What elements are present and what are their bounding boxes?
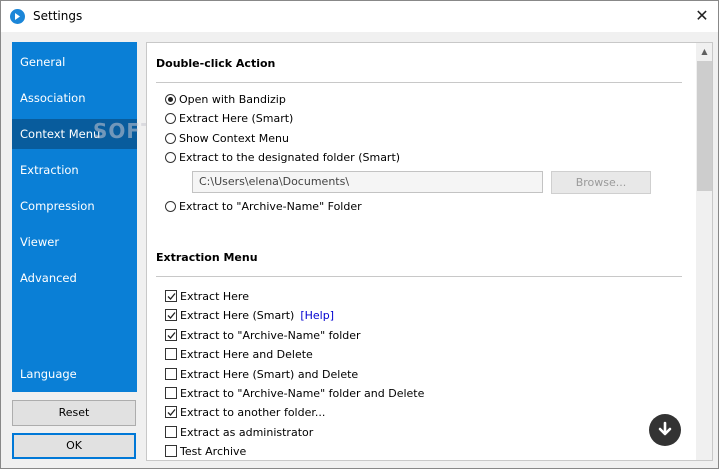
checkbox-checked-icon[interactable] bbox=[165, 290, 177, 302]
sidebar-item-language[interactable]: Language bbox=[12, 359, 137, 389]
reset-button[interactable]: Reset bbox=[12, 400, 136, 426]
sidebar-item-advanced[interactable]: Advanced bbox=[12, 263, 137, 293]
sidebar-item-compression[interactable]: Compression bbox=[12, 191, 137, 221]
section-divider bbox=[156, 276, 682, 277]
folder-path-input[interactable]: C:\Users\elena\Documents\ bbox=[192, 171, 543, 193]
radio-icon[interactable] bbox=[165, 113, 176, 124]
checkbox-checked-icon[interactable] bbox=[165, 406, 177, 418]
sidebar-item-general[interactable]: General bbox=[12, 47, 137, 77]
checkbox-extract-here-smart-delete[interactable]: Extract Here (Smart) and Delete bbox=[165, 367, 358, 383]
radio-selected-icon[interactable] bbox=[165, 94, 176, 105]
arrow-down-icon[interactable] bbox=[649, 414, 681, 446]
scroll-thumb[interactable] bbox=[697, 61, 712, 191]
ok-button[interactable]: OK bbox=[12, 433, 136, 459]
settings-window: Settings ✕ General Association Context M… bbox=[0, 0, 719, 469]
checkbox-extract-archive-folder-delete[interactable]: Extract to "Archive-Name" folder and Del… bbox=[165, 386, 424, 402]
checkbox-icon[interactable] bbox=[165, 368, 177, 380]
sidebar-item-context-menu[interactable]: Context Menu bbox=[12, 119, 137, 149]
section-divider bbox=[156, 82, 682, 83]
section-title-extraction-menu: Extraction Menu bbox=[156, 251, 258, 264]
section-title-double-click: Double-click Action bbox=[156, 57, 276, 70]
checkbox-extract-another-folder[interactable]: Extract to another folder... bbox=[165, 405, 325, 421]
sidebar-item-extraction[interactable]: Extraction bbox=[12, 155, 137, 185]
checkbox-icon[interactable] bbox=[165, 387, 177, 399]
close-icon[interactable]: ✕ bbox=[689, 4, 715, 28]
bandizip-logo-icon bbox=[10, 9, 25, 24]
radio-option-designated-folder[interactable]: Extract to the designated folder (Smart) bbox=[165, 150, 400, 166]
radio-icon[interactable] bbox=[165, 152, 176, 163]
checkbox-icon[interactable] bbox=[165, 426, 177, 438]
sidebar: General Association Context Menu Extract… bbox=[12, 42, 137, 392]
radio-option-archive-name-folder[interactable]: Extract to "Archive-Name" Folder bbox=[165, 199, 362, 215]
browse-button[interactable]: Browse... bbox=[551, 171, 651, 194]
checkbox-test-archive[interactable]: Test Archive bbox=[165, 444, 246, 460]
window-title: Settings bbox=[33, 9, 83, 23]
title-bar: Settings ✕ bbox=[1, 1, 718, 32]
checkbox-extract-here-smart[interactable]: Extract Here (Smart) [Help] bbox=[165, 308, 334, 324]
vertical-scrollbar[interactable]: ▲ bbox=[696, 43, 712, 460]
checkbox-extract-here-delete[interactable]: Extract Here and Delete bbox=[165, 347, 313, 363]
radio-icon[interactable] bbox=[165, 201, 176, 212]
radio-option-extract-here-smart[interactable]: Extract Here (Smart) bbox=[165, 111, 293, 127]
checkbox-icon[interactable] bbox=[165, 348, 177, 360]
sidebar-item-association[interactable]: Association bbox=[12, 83, 137, 113]
settings-panel: Double-click Action Open with Bandizip E… bbox=[146, 42, 713, 461]
help-link[interactable]: [Help] bbox=[300, 309, 334, 322]
checkbox-checked-icon[interactable] bbox=[165, 329, 177, 341]
checkbox-extract-here[interactable]: Extract Here bbox=[165, 289, 249, 305]
checkbox-extract-as-admin[interactable]: Extract as administrator bbox=[165, 425, 313, 441]
checkbox-extract-to-archive-folder[interactable]: Extract to "Archive-Name" folder bbox=[165, 328, 361, 344]
radio-option-show-context-menu[interactable]: Show Context Menu bbox=[165, 131, 289, 147]
radio-option-open[interactable]: Open with Bandizip bbox=[165, 92, 286, 108]
radio-icon[interactable] bbox=[165, 133, 176, 144]
sidebar-item-viewer[interactable]: Viewer bbox=[12, 227, 137, 257]
scroll-up-arrow-icon[interactable]: ▲ bbox=[696, 43, 712, 60]
checkbox-icon[interactable] bbox=[165, 445, 177, 457]
checkbox-checked-icon[interactable] bbox=[165, 309, 177, 321]
